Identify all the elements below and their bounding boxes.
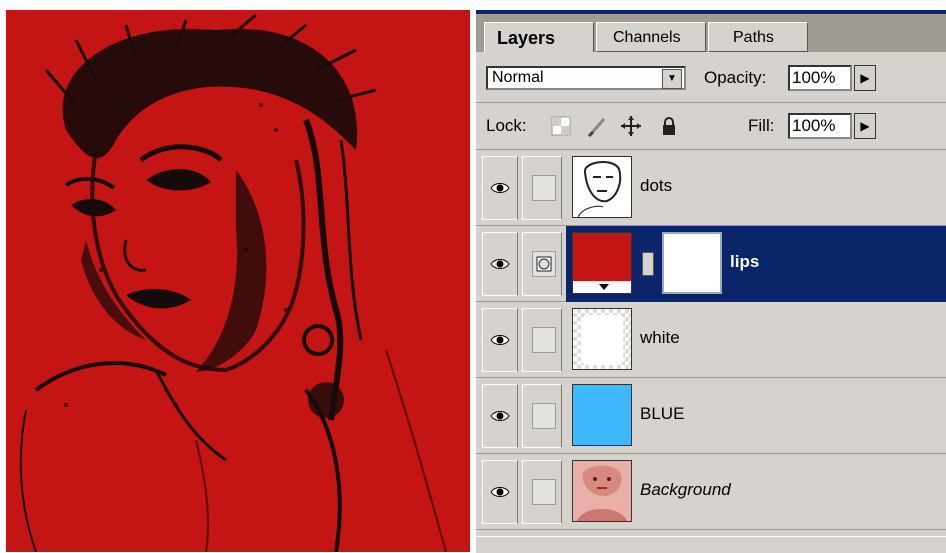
- layer-row-white[interactable]: white: [476, 302, 946, 378]
- tab-layers[interactable]: Layers: [484, 22, 594, 52]
- layer-name: BLUE: [640, 404, 685, 423]
- layer-mask-indicator-icon: [532, 251, 556, 277]
- link-box: [532, 479, 556, 505]
- layer-thumbnail: [572, 384, 632, 446]
- blend-mode-select[interactable]: Normal ▼: [486, 66, 686, 90]
- dropdown-arrow-icon[interactable]: ▼: [662, 69, 682, 89]
- visibility-toggle[interactable]: [482, 460, 518, 524]
- blend-row: Normal ▼ Opacity: 100% ▶: [476, 52, 946, 103]
- lock-move-icon[interactable]: [620, 115, 642, 137]
- layers-list: dots lips white BLUE Background: [476, 150, 946, 535]
- layer-row-blue[interactable]: BLUE: [476, 378, 946, 454]
- layer-thumbnail: [572, 156, 632, 218]
- tab-channels[interactable]: Channels: [596, 22, 706, 52]
- visibility-toggle[interactable]: [482, 384, 518, 448]
- layer-row-lips[interactable]: lips: [476, 226, 946, 302]
- eye-icon: [490, 335, 510, 345]
- layer-name: white: [640, 328, 680, 347]
- link-toggle[interactable]: [522, 308, 562, 372]
- link-box: [532, 403, 556, 429]
- layer-row-background[interactable]: Background: [476, 454, 946, 530]
- layer-content[interactable]: lips: [566, 226, 946, 302]
- layer-mask-thumbnail[interactable]: [662, 232, 722, 294]
- eye-icon: [490, 259, 510, 269]
- layer-thumbnail: [572, 308, 632, 370]
- document-canvas[interactable]: [6, 10, 470, 552]
- lock-all-icon[interactable]: [658, 115, 680, 137]
- eye-icon: [490, 183, 510, 193]
- layer-content[interactable]: white: [566, 302, 946, 378]
- artwork-portrait: [6, 10, 470, 552]
- lock-brush-icon[interactable]: [586, 115, 608, 138]
- blend-mode-value: Normal: [492, 69, 544, 86]
- opacity-step-arrow-icon[interactable]: ▶: [854, 65, 876, 91]
- palette-bottom-bar: [476, 536, 946, 553]
- chain-link-icon[interactable]: [642, 252, 654, 276]
- layer-content[interactable]: BLUE: [566, 378, 946, 454]
- eye-icon: [490, 487, 510, 497]
- link-box: [532, 327, 556, 353]
- visibility-toggle[interactable]: [482, 308, 518, 372]
- tab-paths[interactable]: Paths: [708, 22, 808, 52]
- visibility-toggle[interactable]: [482, 156, 518, 220]
- layer-name: Background: [640, 480, 731, 499]
- layer-thumbnail: [572, 232, 632, 294]
- layer-name: lips: [730, 252, 760, 271]
- visibility-toggle[interactable]: [482, 232, 518, 296]
- fill-field[interactable]: 100%: [788, 113, 852, 139]
- opacity-field[interactable]: 100%: [788, 65, 852, 91]
- link-box: [532, 175, 556, 201]
- link-toggle[interactable]: [522, 232, 562, 296]
- link-toggle[interactable]: [522, 156, 562, 220]
- layer-thumbnail: [572, 460, 632, 522]
- fill-label: Fill:: [748, 116, 775, 135]
- layer-content[interactable]: Background: [566, 454, 946, 530]
- lock-transparency-icon[interactable]: [550, 115, 572, 137]
- palette-tabs: Paths Channels Layers: [476, 14, 946, 52]
- layer-row-dots[interactable]: dots: [476, 150, 946, 226]
- opacity-label: Opacity:: [704, 68, 767, 87]
- lock-row: Lock: Fill: 100% ▶: [476, 103, 946, 150]
- eye-icon: [490, 411, 510, 421]
- layer-name: dots: [640, 176, 673, 195]
- fill-step-arrow-icon[interactable]: ▶: [854, 113, 876, 139]
- layers-palette: Paths Channels Layers Normal ▼ Opacity: …: [476, 10, 946, 553]
- layer-content[interactable]: dots: [566, 150, 946, 226]
- link-toggle[interactable]: [522, 460, 562, 524]
- link-toggle[interactable]: [522, 384, 562, 448]
- lock-label: Lock:: [486, 116, 527, 135]
